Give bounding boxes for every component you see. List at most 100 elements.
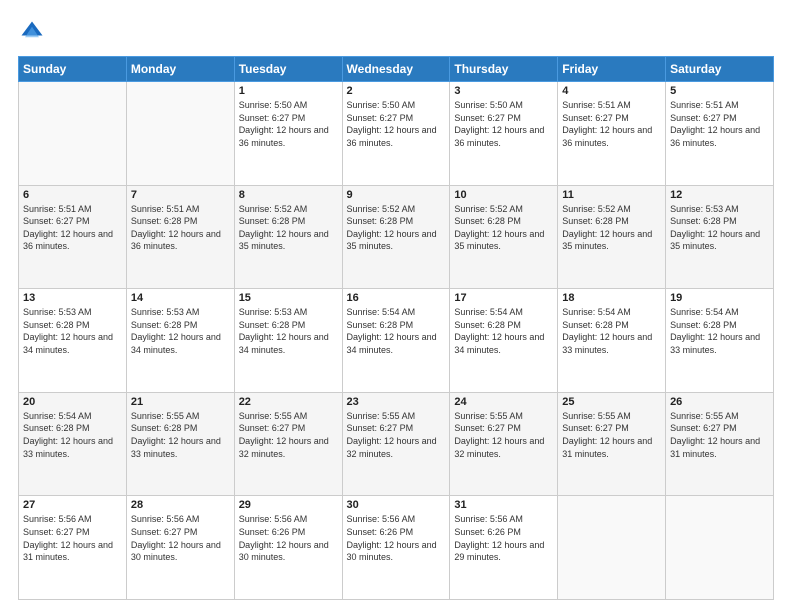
day-cell: 13 Sunrise: 5:53 AM Sunset: 6:28 PM Dayli… [19, 289, 127, 393]
day-info: Sunrise: 5:54 AM Sunset: 6:28 PM Dayligh… [562, 306, 661, 356]
day-cell: 22 Sunrise: 5:55 AM Sunset: 6:27 PM Dayli… [234, 392, 342, 496]
day-info: Sunrise: 5:53 AM Sunset: 6:28 PM Dayligh… [670, 203, 769, 253]
day-number: 23 [347, 396, 446, 408]
day-info: Sunrise: 5:55 AM Sunset: 6:27 PM Dayligh… [670, 410, 769, 460]
day-cell [558, 496, 666, 600]
day-info: Sunrise: 5:56 AM Sunset: 6:27 PM Dayligh… [23, 513, 122, 563]
day-number: 30 [347, 499, 446, 511]
day-number: 17 [454, 292, 553, 304]
day-number: 3 [454, 85, 553, 97]
day-number: 19 [670, 292, 769, 304]
day-cell: 25 Sunrise: 5:55 AM Sunset: 6:27 PM Dayli… [558, 392, 666, 496]
day-number: 4 [562, 85, 661, 97]
day-cell: 1 Sunrise: 5:50 AM Sunset: 6:27 PM Daylig… [234, 82, 342, 186]
day-cell [19, 82, 127, 186]
day-number: 18 [562, 292, 661, 304]
day-number: 11 [562, 189, 661, 201]
day-cell: 31Sunrise: 5:56 AM Sunset: 6:26 PM Dayli… [450, 496, 558, 600]
day-info: Sunrise: 5:55 AM Sunset: 6:28 PM Dayligh… [131, 410, 230, 460]
day-info: Sunrise: 5:54 AM Sunset: 6:28 PM Dayligh… [670, 306, 769, 356]
day-info: Sunrise: 5:54 AM Sunset: 6:28 PM Dayligh… [23, 410, 122, 460]
day-number: 28 [131, 499, 230, 511]
day-number: 1 [239, 85, 338, 97]
day-cell: 18 Sunrise: 5:54 AM Sunset: 6:28 PM Dayli… [558, 289, 666, 393]
day-cell: 9 Sunrise: 5:52 AM Sunset: 6:28 PM Daylig… [342, 185, 450, 289]
weekday-saturday: Saturday [666, 57, 774, 82]
day-info: Sunrise: 5:53 AM Sunset: 6:28 PM Dayligh… [131, 306, 230, 356]
day-info: Sunrise: 5:54 AM Sunset: 6:28 PM Dayligh… [347, 306, 446, 356]
week-row-4: 20 Sunrise: 5:54 AM Sunset: 6:28 PM Dayli… [19, 392, 774, 496]
day-cell [666, 496, 774, 600]
day-info: Sunrise: 5:56 AM Sunset: 6:27 PM Dayligh… [131, 513, 230, 563]
logo-icon [18, 18, 46, 46]
day-info: Sunrise: 5:52 AM Sunset: 6:28 PM Dayligh… [347, 203, 446, 253]
logo [18, 18, 50, 46]
day-number: 15 [239, 292, 338, 304]
page: SundayMondayTuesdayWednesdayThursdayFrid… [0, 0, 792, 612]
day-cell: 30 Sunrise: 5:56 AM Sunset: 6:26 PM Dayli… [342, 496, 450, 600]
day-number: 9 [347, 189, 446, 201]
day-info: Sunrise: 5:55 AM Sunset: 6:27 PM Dayligh… [454, 410, 553, 460]
day-number: 25 [562, 396, 661, 408]
week-row-3: 13 Sunrise: 5:53 AM Sunset: 6:28 PM Dayli… [19, 289, 774, 393]
day-info: Sunrise: 5:53 AM Sunset: 6:28 PM Dayligh… [23, 306, 122, 356]
day-cell: 21 Sunrise: 5:55 AM Sunset: 6:28 PM Dayli… [126, 392, 234, 496]
day-cell: 20 Sunrise: 5:54 AM Sunset: 6:28 PM Dayli… [19, 392, 127, 496]
day-info: Sunrise: 5:50 AM Sunset: 6:27 PM Dayligh… [239, 99, 338, 149]
day-number: 7 [131, 189, 230, 201]
day-cell: 17 Sunrise: 5:54 AM Sunset: 6:28 PM Dayli… [450, 289, 558, 393]
weekday-friday: Friday [558, 57, 666, 82]
day-cell: 29 Sunrise: 5:56 AM Sunset: 6:26 PM Dayli… [234, 496, 342, 600]
day-info: Sunrise: 5:56 AM Sunset: 6:26 PM Dayligh… [239, 513, 338, 563]
day-cell: 4Sunrise: 5:51 AM Sunset: 6:27 PM Daylig… [558, 82, 666, 186]
day-number: 2 [347, 85, 446, 97]
day-info: Sunrise: 5:55 AM Sunset: 6:27 PM Dayligh… [239, 410, 338, 460]
day-number: 22 [239, 396, 338, 408]
day-cell: 2Sunrise: 5:50 AM Sunset: 6:27 PM Daylig… [342, 82, 450, 186]
day-number: 10 [454, 189, 553, 201]
day-cell: 23 Sunrise: 5:55 AM Sunset: 6:27 PM Dayli… [342, 392, 450, 496]
day-info: Sunrise: 5:50 AM Sunset: 6:27 PM Dayligh… [454, 99, 553, 149]
weekday-monday: Monday [126, 57, 234, 82]
weekday-header-row: SundayMondayTuesdayWednesdayThursdayFrid… [19, 57, 774, 82]
day-number: 21 [131, 396, 230, 408]
day-info: Sunrise: 5:52 AM Sunset: 6:28 PM Dayligh… [562, 203, 661, 253]
day-info: Sunrise: 5:56 AM Sunset: 6:26 PM Dayligh… [454, 513, 553, 563]
day-cell: 24 Sunrise: 5:55 AM Sunset: 6:27 PM Dayli… [450, 392, 558, 496]
day-info: Sunrise: 5:55 AM Sunset: 6:27 PM Dayligh… [562, 410, 661, 460]
day-cell: 5 Sunrise: 5:51 AM Sunset: 6:27 PM Daylig… [666, 82, 774, 186]
day-number: 8 [239, 189, 338, 201]
day-number: 6 [23, 189, 122, 201]
day-info: Sunrise: 5:54 AM Sunset: 6:28 PM Dayligh… [454, 306, 553, 356]
day-info: Sunrise: 5:51 AM Sunset: 6:27 PM Dayligh… [670, 99, 769, 149]
weekday-wednesday: Wednesday [342, 57, 450, 82]
day-info: Sunrise: 5:52 AM Sunset: 6:28 PM Dayligh… [239, 203, 338, 253]
day-number: 13 [23, 292, 122, 304]
day-number: 29 [239, 499, 338, 511]
day-number: 16 [347, 292, 446, 304]
day-info: Sunrise: 5:56 AM Sunset: 6:26 PM Dayligh… [347, 513, 446, 563]
day-cell: 3 Sunrise: 5:50 AM Sunset: 6:27 PM Daylig… [450, 82, 558, 186]
day-number: 20 [23, 396, 122, 408]
day-number: 5 [670, 85, 769, 97]
day-number: 14 [131, 292, 230, 304]
day-cell: 19 Sunrise: 5:54 AM Sunset: 6:28 PM Dayli… [666, 289, 774, 393]
day-info: Sunrise: 5:55 AM Sunset: 6:27 PM Dayligh… [347, 410, 446, 460]
weekday-sunday: Sunday [19, 57, 127, 82]
day-info: Sunrise: 5:52 AM Sunset: 6:28 PM Dayligh… [454, 203, 553, 253]
day-cell: 10 Sunrise: 5:52 AM Sunset: 6:28 PM Dayli… [450, 185, 558, 289]
day-cell: 28 Sunrise: 5:56 AM Sunset: 6:27 PM Dayli… [126, 496, 234, 600]
day-cell: 27 Sunrise: 5:56 AM Sunset: 6:27 PM Dayli… [19, 496, 127, 600]
week-row-5: 27 Sunrise: 5:56 AM Sunset: 6:27 PM Dayli… [19, 496, 774, 600]
day-cell: 8 Sunrise: 5:52 AM Sunset: 6:28 PM Daylig… [234, 185, 342, 289]
day-number: 24 [454, 396, 553, 408]
weekday-tuesday: Tuesday [234, 57, 342, 82]
day-number: 27 [23, 499, 122, 511]
day-cell: 14 Sunrise: 5:53 AM Sunset: 6:28 PM Dayli… [126, 289, 234, 393]
week-row-1: 1 Sunrise: 5:50 AM Sunset: 6:27 PM Daylig… [19, 82, 774, 186]
day-number: 12 [670, 189, 769, 201]
day-cell: 6 Sunrise: 5:51 AM Sunset: 6:27 PM Daylig… [19, 185, 127, 289]
day-number: 26 [670, 396, 769, 408]
day-info: Sunrise: 5:51 AM Sunset: 6:28 PM Dayligh… [131, 203, 230, 253]
day-info: Sunrise: 5:51 AM Sunset: 6:27 PM Dayligh… [23, 203, 122, 253]
